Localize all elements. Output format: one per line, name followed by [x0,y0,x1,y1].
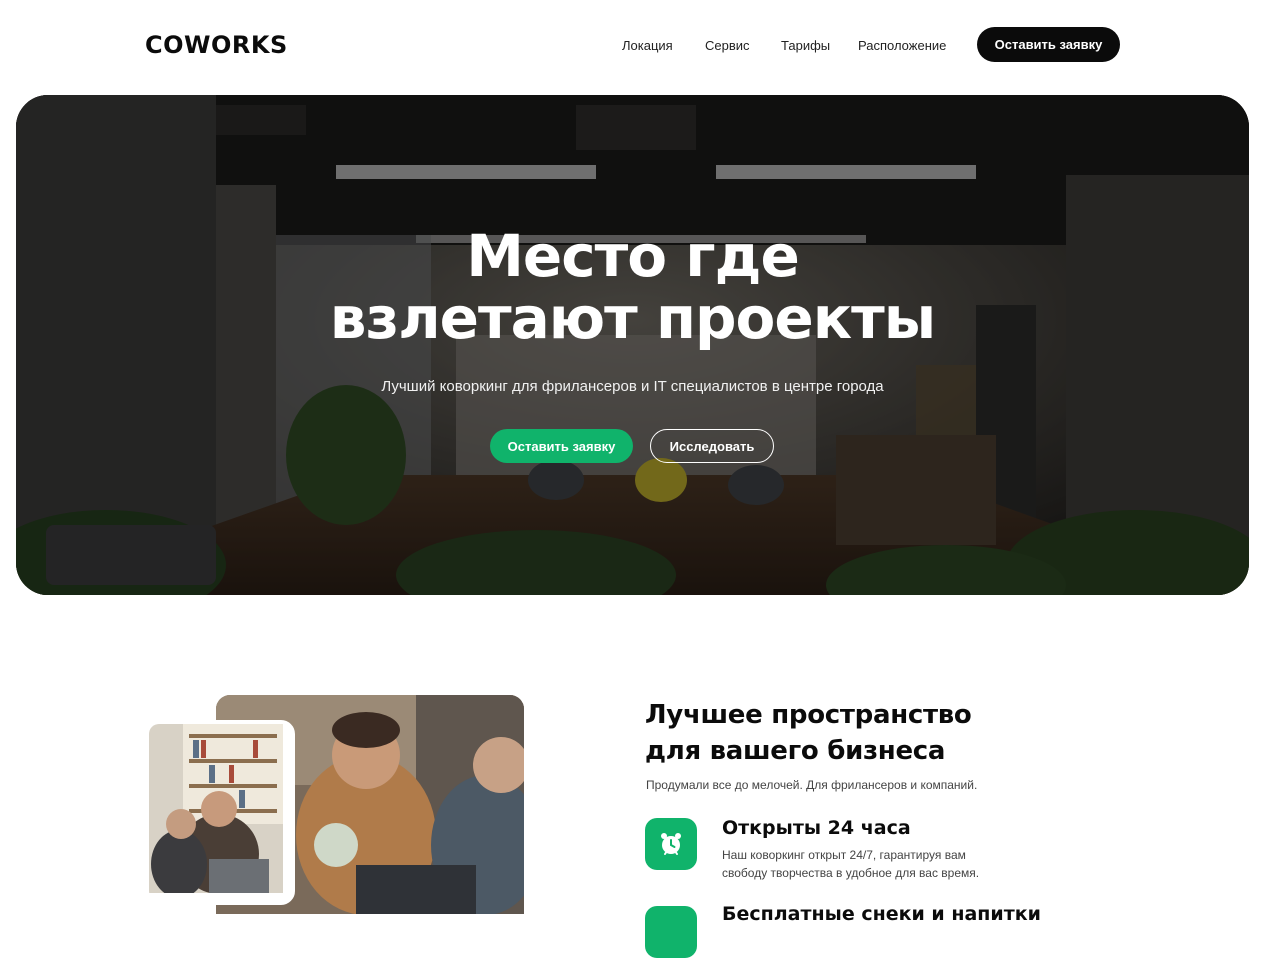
hero-subtitle: Лучший коворкинг для фрилансеров и IT сп… [381,378,884,395]
hero-apply-button[interactable]: Оставить заявку [490,429,633,463]
nav-service[interactable]: Сервис [705,38,750,53]
nav-pricing[interactable]: Тарифы [781,38,830,53]
team-photo-small [145,720,295,905]
hero-title: Место где взлетают проекты [16,225,1249,349]
hero-explore-button[interactable]: Исследовать [650,429,774,463]
logo[interactable]: COWORKS [145,31,288,59]
hero-title-line2: взлетают проекты [329,284,936,352]
alarm-clock-icon [645,818,697,870]
header-apply-button[interactable]: Оставить заявку [977,27,1120,62]
hero-title-line1: Место где [466,222,800,290]
features-title: Лучшее пространство для вашего бизнеса [645,697,972,769]
feature-desc-line2: свободу творчества в удобное для вас вре… [722,866,980,880]
features-subtitle: Продумали все до мелочей. Для фрилансеро… [646,778,978,792]
hero-section: Место где взлетают проекты Лучший коворк… [16,95,1249,595]
feature-title-snacks: Бесплатные снеки и напитки [722,903,1041,925]
feature-desc-open-24h: Наш коворкинг открыт 24/7, гарантируя ва… [722,846,1012,882]
nav-placement[interactable]: Расположение [858,38,946,53]
features-title-line1: Лучшее пространство [645,700,972,730]
features-title-line2: для вашего бизнеса [645,736,946,766]
nav-location[interactable]: Локация [622,38,673,53]
feature-title-open-24h: Открыты 24 часа [722,817,911,839]
feature-desc-line1: Наш коворкинг открыт 24/7, гарантируя ва… [722,848,966,862]
